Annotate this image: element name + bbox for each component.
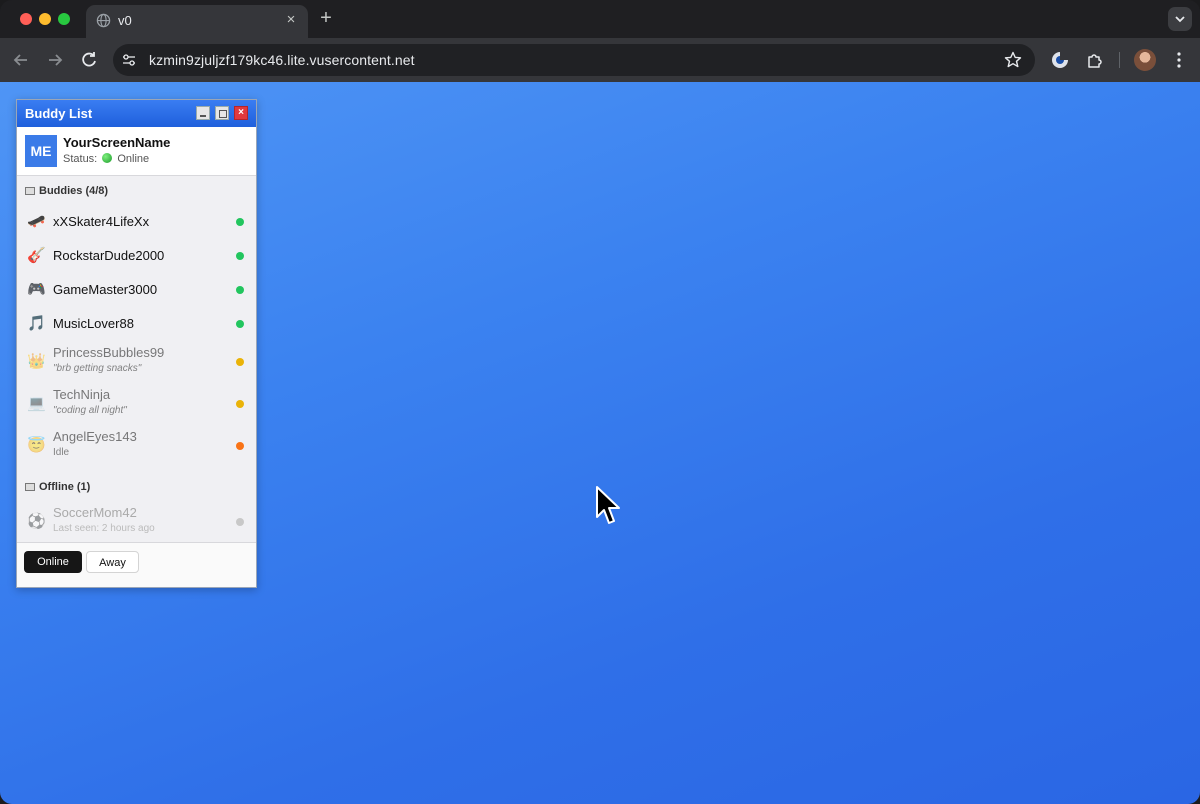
- buddy-away-message: "coding all night": [53, 405, 127, 416]
- buddy-list-scroll[interactable]: Buddies (4/8) 🛹 xXSkater4LifeXx 🎸 Rockst…: [17, 177, 256, 542]
- my-profile: ME YourScreenName Status: Online: [17, 127, 256, 176]
- browser-window: v0 × + kzmin9zjuljzf179kc46.lite.vuserco…: [0, 0, 1200, 804]
- minimize-button[interactable]: [196, 106, 210, 120]
- page-viewport: Buddy List × ME YourScreenName Status: O…: [0, 82, 1200, 804]
- fullscreen-window-button[interactable]: [58, 13, 70, 25]
- tab-strip: v0 × +: [0, 0, 1200, 38]
- buddy-row[interactable]: 🛹 xXSkater4LifeXx: [17, 205, 256, 239]
- buddy-row[interactable]: 🎵 MusicLover88: [17, 307, 256, 341]
- buddy-name: AngelEyes143: [53, 429, 137, 444]
- buddy-row[interactable]: 😇 AngelEyes143 Idle: [17, 425, 256, 467]
- site-settings-icon[interactable]: [121, 52, 137, 68]
- mouse-cursor-icon: [596, 486, 620, 524]
- online-status-dot: [236, 286, 244, 294]
- set-away-button[interactable]: Away: [86, 551, 139, 573]
- group-header-offline[interactable]: Offline (1): [17, 473, 256, 501]
- skateboard-icon: 🛹: [27, 213, 46, 230]
- laptop-icon: 💻: [27, 395, 46, 412]
- online-dot-icon: [102, 153, 113, 163]
- tab-close-icon[interactable]: ×: [282, 11, 300, 29]
- away-status-dot: [236, 400, 244, 408]
- group-label: Offline (1): [39, 481, 91, 493]
- crown-icon: 👑: [27, 353, 46, 370]
- tab-title: v0: [118, 13, 132, 28]
- group-header-buddies[interactable]: Buddies (4/8): [17, 177, 256, 205]
- browser-toolbar: kzmin9zjuljzf179kc46.lite.vusercontent.n…: [0, 38, 1200, 82]
- guitar-icon: 🎸: [27, 247, 46, 264]
- new-tab-button[interactable]: +: [315, 7, 337, 29]
- more-menu-icon[interactable]: [1168, 49, 1190, 71]
- soccer-ball-icon: ⚽: [27, 513, 46, 530]
- forward-arrow-icon[interactable]: [43, 48, 67, 72]
- idle-status-dot: [236, 442, 244, 450]
- music-note-icon: 🎵: [27, 315, 46, 332]
- bookmark-star-icon[interactable]: [1003, 50, 1023, 70]
- group-label: Buddies (4/8): [39, 185, 109, 197]
- reload-icon[interactable]: [77, 48, 101, 72]
- buddy-row[interactable]: ⚽ SoccerMom42 Last seen: 2 hours ago: [17, 501, 256, 542]
- close-button[interactable]: ×: [234, 106, 248, 120]
- chevron-down-icon: [1175, 16, 1185, 23]
- back-arrow-icon[interactable]: [9, 48, 33, 72]
- angel-face-icon: 😇: [27, 437, 46, 454]
- buddy-idle-message: Idle: [53, 447, 70, 458]
- profile-avatar[interactable]: [1134, 49, 1156, 71]
- buddy-name: xXSkater4LifeXx: [53, 214, 150, 229]
- buddy-list-title: Buddy List: [25, 106, 93, 121]
- buddy-list-window: Buddy List × ME YourScreenName Status: O…: [16, 99, 257, 588]
- away-status-dot: [236, 358, 244, 366]
- my-screen-name: YourScreenName: [63, 135, 171, 150]
- buddy-last-seen: Last seen: 2 hours ago: [53, 523, 155, 534]
- offline-status-dot: [236, 518, 244, 526]
- buddy-name: GameMaster3000: [53, 282, 158, 297]
- buddy-row[interactable]: 🎸 RockstarDude2000: [17, 239, 256, 273]
- online-status-dot: [236, 252, 244, 260]
- folder-icon: [25, 187, 35, 195]
- gamepad-icon: 🎮: [27, 281, 46, 298]
- close-window-button[interactable]: [20, 13, 32, 25]
- browser-tab[interactable]: v0 ×: [86, 5, 308, 38]
- set-online-button[interactable]: Online: [24, 551, 82, 573]
- url-text[interactable]: kzmin9zjuljzf179kc46.lite.vusercontent.n…: [149, 52, 415, 68]
- toolbar-separator: [1119, 52, 1120, 68]
- buddy-name: RockstarDude2000: [53, 248, 165, 263]
- minimize-window-button[interactable]: [39, 13, 51, 25]
- puzzle-extensions-icon[interactable]: [1084, 49, 1106, 71]
- buddy-row[interactable]: 👑 PrincessBubbles99 "brb getting snacks": [17, 341, 256, 383]
- globe-icon: [96, 13, 111, 28]
- online-status-dot: [236, 218, 244, 226]
- maximize-button[interactable]: [215, 106, 229, 120]
- tab-search-button[interactable]: [1168, 7, 1192, 31]
- buddy-name: PrincessBubbles99: [53, 345, 165, 360]
- online-status-dot: [236, 320, 244, 328]
- status-value: Online: [117, 153, 150, 165]
- buddy-name: MusicLover88: [53, 316, 134, 331]
- my-avatar: ME: [25, 135, 57, 167]
- status-prefix: Status:: [63, 153, 98, 165]
- buddy-list-titlebar[interactable]: Buddy List ×: [17, 100, 256, 127]
- folder-icon: [25, 483, 35, 491]
- buddy-row[interactable]: 🎮 GameMaster3000: [17, 273, 256, 307]
- buddy-name: TechNinja: [53, 387, 111, 402]
- buddy-name: SoccerMom42: [53, 505, 137, 520]
- my-status: Status: Online: [63, 153, 149, 165]
- address-bar[interactable]: kzmin9zjuljzf179kc46.lite.vusercontent.n…: [113, 44, 1035, 76]
- status-footer: Online Away: [17, 542, 256, 587]
- buddy-row[interactable]: 💻 TechNinja "coding all night": [17, 383, 256, 425]
- extension-icon[interactable]: [1049, 49, 1071, 71]
- buddy-away-message: "brb getting snacks": [53, 363, 142, 374]
